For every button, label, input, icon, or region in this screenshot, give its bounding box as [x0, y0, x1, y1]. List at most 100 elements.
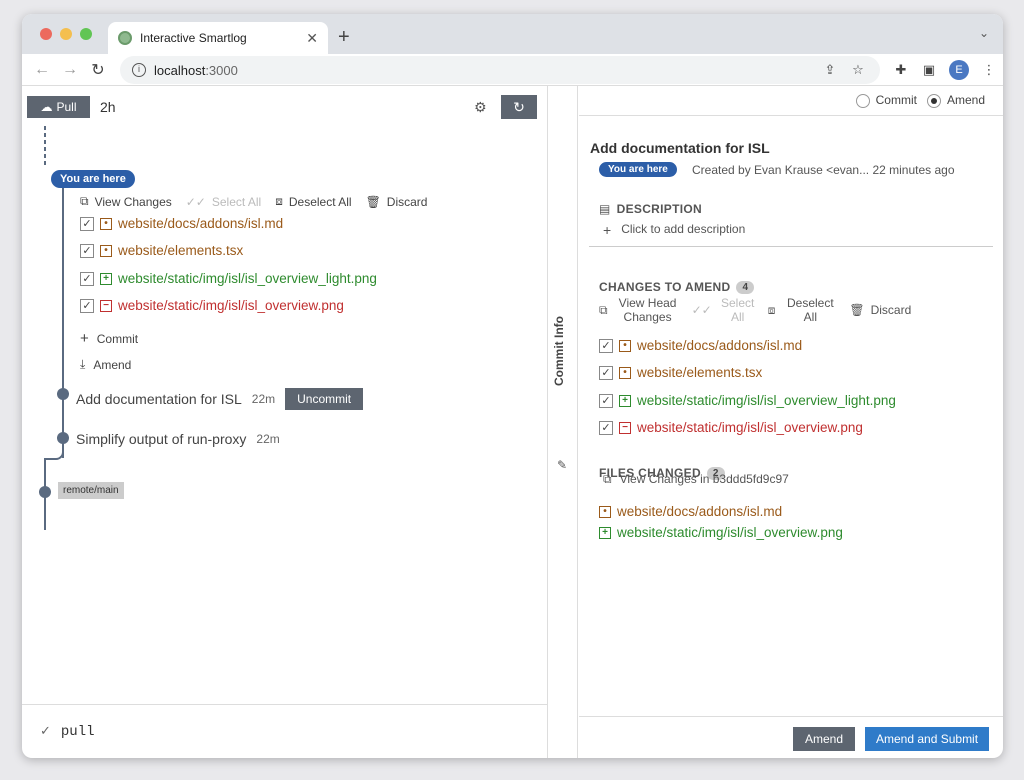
select-all-label: Select All — [211, 194, 262, 209]
check-all-icon: ✓✓ — [691, 303, 712, 317]
deselect-all-button[interactable]: ⧈ Deselect All — [768, 296, 840, 324]
commit-action[interactable]: + Commit — [80, 330, 138, 347]
changes-heading-label: CHANGES TO AMEND — [599, 280, 731, 294]
graph-dashed-line — [44, 126, 46, 168]
uncommitted-file-row[interactable]: ✓ − website/static/img/isl/isl_overview.… — [80, 298, 344, 313]
new-tab-icon[interactable]: + — [338, 26, 350, 49]
refresh-button[interactable]: ↻ — [501, 95, 537, 119]
file-checkbox[interactable]: ✓ — [80, 243, 94, 258]
copy-files-icon: ⧉ — [603, 472, 612, 486]
remote-commit-node — [39, 486, 51, 498]
file-checkbox[interactable]: ✓ — [599, 420, 613, 435]
file-checkbox[interactable]: ✓ — [599, 365, 613, 380]
changes-to-amend-heading: CHANGES TO AMEND 4 — [599, 280, 755, 294]
bookmark-star-icon[interactable]: ☆ — [844, 62, 872, 78]
back-icon[interactable]: ← — [28, 61, 56, 79]
view-changes-button[interactable]: ⧉ View Changes — [80, 194, 172, 209]
browser-window: Interactive Smartlog ✕ + ⌄ ← → ↻ i local… — [22, 14, 1003, 758]
amend-action[interactable]: ⤓ Amend — [80, 357, 131, 372]
share-icon[interactable]: ⇪ — [816, 62, 844, 78]
uncommit-button[interactable]: Uncommit — [285, 388, 364, 410]
commit-info-drawer-tab[interactable]: Commit Info ✎ — [548, 86, 578, 758]
commit-age: 22m — [251, 392, 276, 406]
pull-button[interactable]: ☁ Pull — [27, 96, 90, 118]
check-all-icon: ✓✓ — [185, 194, 206, 209]
modified-status-icon: • — [100, 244, 112, 257]
amend-action-label: Amend — [93, 357, 132, 372]
view-commit-changes-button[interactable]: ⧉ View Changes in b3ddd5fd9c97 — [603, 472, 789, 487]
plus-icon: + — [603, 222, 612, 238]
amend-file-row[interactable]: ✓ • website/docs/addons/isl.md — [599, 338, 802, 353]
uncommitted-file-row[interactable]: ✓ • website/elements.tsx — [80, 243, 243, 258]
browser-tab[interactable]: Interactive Smartlog ✕ — [108, 22, 328, 54]
profile-avatar[interactable]: E — [949, 60, 969, 80]
graph-line-curve — [46, 452, 64, 460]
remote-main-badge: remote/main — [58, 482, 124, 499]
extensions-icon[interactable]: ✚ — [887, 62, 915, 78]
view-head-changes-label: View Head Changes — [618, 296, 677, 324]
maximize-window-icon[interactable] — [80, 28, 92, 40]
plus-icon: + — [80, 330, 89, 347]
file-checkbox[interactable]: ✓ — [599, 393, 613, 408]
file-path: website/docs/addons/isl.md — [617, 504, 783, 519]
site-info-icon[interactable]: i — [132, 63, 146, 77]
commit-info-actions-bar: Amend Amend and Submit — [579, 716, 1003, 758]
app-content: ☁ Pull 2h ⚙ ↻ You are here ⧉ View Changes… — [22, 86, 1003, 758]
select-all-button[interactable]: ✓✓ Select All — [692, 296, 758, 324]
fetch-age: 2h — [100, 99, 116, 115]
amend-file-row[interactable]: ✓ − website/static/img/isl/isl_overview.… — [599, 420, 863, 435]
trash-icon: 🗑 — [365, 194, 381, 209]
file-path: website/elements.tsx — [637, 365, 763, 380]
deselect-all-label: Deselect All — [786, 296, 834, 324]
added-status-icon: + — [619, 394, 631, 407]
commit-node — [57, 388, 69, 400]
file-checkbox[interactable]: ✓ — [80, 216, 94, 231]
reload-icon[interactable]: ↻ — [84, 60, 112, 80]
deselect-all-button[interactable]: ⧈ Deselect All — [275, 194, 351, 209]
settings-gear-icon[interactable]: ⚙ — [474, 99, 487, 116]
description-heading: ▤ DESCRIPTION — [599, 202, 702, 216]
mode-amend-radio[interactable]: Amend — [926, 93, 985, 108]
discard-button[interactable]: 🗑 Discard — [849, 296, 911, 324]
discard-label: Discard — [870, 303, 912, 317]
mode-commit-radio[interactable]: Commit — [855, 93, 917, 108]
add-description-button[interactable]: + Click to add description — [603, 222, 745, 238]
view-head-changes-button[interactable]: ⧉ View Head Changes — [599, 296, 682, 324]
commit-title-heading[interactable]: Add documentation for ISL — [590, 140, 770, 156]
side-panel-icon[interactable]: ▣ — [915, 62, 943, 78]
commit-mode-selector: Commit Amend — [579, 86, 1003, 116]
file-checkbox[interactable]: ✓ — [599, 338, 613, 353]
uncommitted-file-row[interactable]: ✓ • website/docs/addons/isl.md — [80, 216, 283, 231]
select-all-button[interactable]: ✓✓ Select All — [186, 195, 261, 209]
copy-files-icon: ⧉ — [80, 194, 89, 208]
changed-file-row[interactable]: + website/static/img/isl/isl_overview.pn… — [599, 525, 843, 540]
commit-row[interactable]: Add documentation for ISL 22m Uncommit — [76, 388, 364, 410]
deselect-icon: ⧈ — [275, 194, 283, 208]
favicon-icon — [118, 31, 132, 45]
amend-button[interactable]: Amend — [793, 727, 856, 751]
file-checkbox[interactable]: ✓ — [80, 271, 94, 286]
changed-file-row[interactable]: • website/docs/addons/isl.md — [599, 504, 782, 519]
mode-amend-label: Amend — [946, 93, 985, 108]
tab-title: Interactive Smartlog — [140, 31, 247, 45]
commit-node — [57, 432, 69, 444]
copy-files-icon: ⧉ — [599, 302, 608, 317]
tab-close-icon[interactable]: ✕ — [306, 30, 318, 47]
amend-actions: ⧉ View Head Changes ✓✓ Select All ⧈ Dese… — [599, 296, 911, 324]
commit-row[interactable]: Simplify output of run-proxy 22m — [76, 431, 280, 447]
deselect-all-label: Deselect All — [288, 194, 352, 209]
address-bar[interactable]: i localhost:3000 ⇪ ☆ — [120, 56, 880, 84]
browser-menu-icon[interactable]: ⋮ — [975, 62, 1003, 78]
tab-strip: Interactive Smartlog ✕ + ⌄ — [22, 14, 1003, 54]
amend-file-row[interactable]: ✓ • website/elements.tsx — [599, 365, 762, 380]
minimize-window-icon[interactable] — [60, 28, 72, 40]
discard-button[interactable]: 🗑 Discard — [366, 195, 428, 209]
amend-file-row[interactable]: ✓ + website/static/img/isl/isl_overview_… — [599, 393, 896, 408]
forward-icon[interactable]: → — [56, 61, 84, 79]
amend-and-submit-button[interactable]: Amend and Submit — [865, 727, 990, 751]
uncommitted-file-row[interactable]: ✓ + website/static/img/isl/isl_overview_… — [80, 271, 377, 286]
tab-search-chevron-icon[interactable]: ⌄ — [979, 26, 989, 40]
close-window-icon[interactable] — [40, 28, 52, 40]
file-checkbox[interactable]: ✓ — [80, 298, 94, 313]
changes-count-badge: 4 — [736, 280, 755, 294]
